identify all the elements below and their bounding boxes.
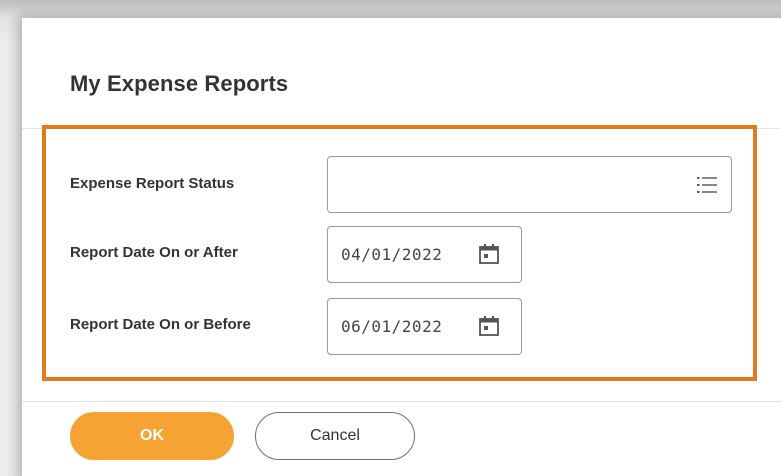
highlight-box [42, 125, 757, 381]
expense-reports-dialog: My Expense Reports Expense Report Status… [22, 18, 781, 476]
screenshot-background: My Expense Reports Expense Report Status… [0, 0, 781, 476]
cancel-button[interactable]: Cancel [255, 412, 415, 460]
dialog-title: My Expense Reports [70, 71, 289, 96]
ok-button[interactable]: OK [70, 412, 234, 460]
